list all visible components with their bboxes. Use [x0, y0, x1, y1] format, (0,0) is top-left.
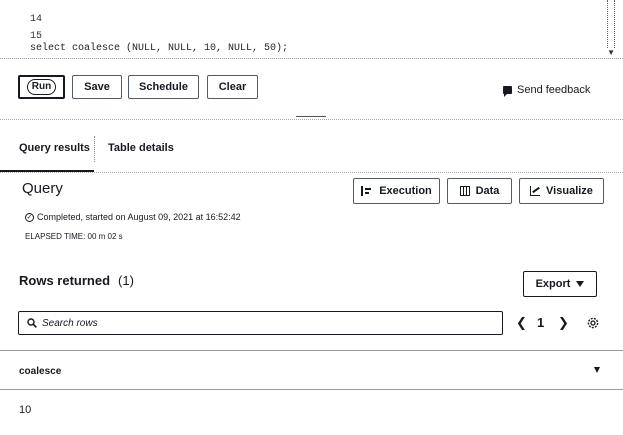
visualize-button[interactable]: Visualize — [519, 178, 604, 204]
data-label: Data — [475, 185, 500, 197]
execution-icon — [361, 186, 373, 196]
current-page[interactable]: 1 — [537, 315, 544, 330]
data-button[interactable]: Data — [447, 178, 512, 204]
execution-button[interactable]: Execution — [353, 178, 440, 204]
rows-returned-label: Rows returned — [19, 273, 111, 288]
status-text: Completed, started on August 09, 2021 at… — [37, 212, 241, 222]
query-status: ✓ Completed, started on August 09, 2021 … — [25, 212, 241, 222]
table-top-divider — [0, 350, 623, 351]
rows-count: (1) — [118, 273, 134, 288]
caret-down-icon — [576, 281, 585, 287]
schedule-button[interactable]: Schedule — [128, 75, 199, 99]
sql-editor[interactable]: 14 15 select coalesce (NULL, NULL, 10, N… — [0, 0, 623, 59]
run-button[interactable]: Run — [18, 75, 65, 99]
sort-icon[interactable] — [594, 367, 600, 373]
search-icon — [27, 318, 37, 328]
editor-scrollbar[interactable] — [607, 0, 615, 48]
send-feedback-link[interactable]: Send feedback — [503, 84, 591, 97]
chart-icon — [530, 186, 541, 196]
visualize-label: Visualize — [546, 185, 593, 197]
execution-label: Execution — [379, 185, 432, 197]
tab-table-details[interactable]: Table details — [108, 142, 174, 154]
search-input[interactable] — [42, 317, 482, 329]
column-header-coalesce[interactable]: coalesce — [19, 366, 61, 377]
send-feedback-label: Send feedback — [517, 84, 591, 96]
search-rows-field[interactable] — [18, 311, 503, 335]
feedback-icon — [503, 86, 512, 97]
query-title: Query — [22, 180, 63, 197]
check-circle-icon: ✓ — [25, 212, 34, 222]
tab-separator — [94, 136, 96, 162]
next-page-icon[interactable]: ❯ — [558, 315, 569, 331]
clear-button[interactable]: Clear — [207, 75, 258, 99]
rows-returned-heading: Rows returned (1) — [19, 273, 134, 288]
gear-icon[interactable] — [586, 316, 600, 330]
resize-handle[interactable] — [296, 116, 326, 123]
previous-page-icon[interactable]: ❮ — [516, 315, 527, 331]
sql-code: select coalesce (NULL, NULL, 10, NULL, 5… — [30, 43, 289, 54]
scroll-down-icon[interactable]: ▼ — [607, 48, 615, 57]
table-icon — [459, 186, 470, 196]
save-button[interactable]: Save — [72, 75, 122, 99]
tab-query-results[interactable]: Query results — [19, 142, 90, 154]
export-label: Export — [535, 278, 571, 290]
table-header-divider — [0, 389, 623, 390]
editor-line: 15 select coalesce (NULL, NULL, 10, NULL… — [6, 19, 288, 67]
export-button[interactable]: Export — [523, 271, 597, 297]
run-button-label: Run — [26, 79, 57, 95]
table-cell: 10 — [19, 404, 32, 416]
tabs-divider — [0, 172, 623, 173]
line-number: 15 — [30, 31, 43, 42]
elapsed-time: ELAPSED TIME: 00 m 02 s — [25, 232, 123, 241]
